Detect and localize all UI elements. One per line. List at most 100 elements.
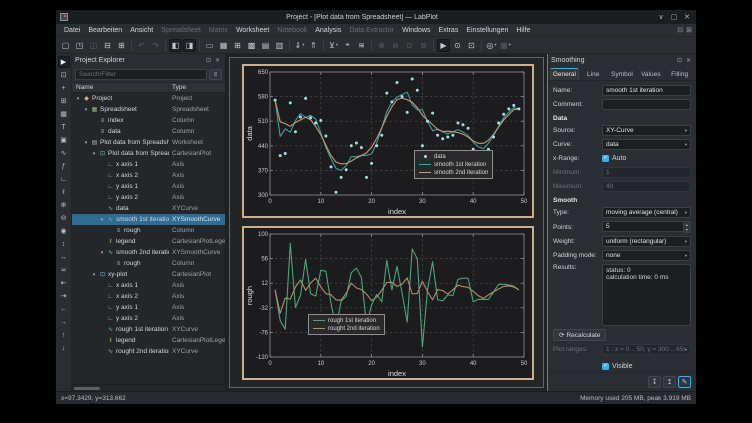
expander-icon[interactable]: ▾: [83, 107, 89, 113]
toolbar-close-icon[interactable]: ⊠: [686, 26, 692, 34]
close-button[interactable]: ✕: [682, 13, 692, 21]
menu-einstellungen[interactable]: Einstellungen: [462, 26, 512, 35]
tree-item-x-axis-1[interactable]: ∟x axis 1Axis: [72, 159, 225, 170]
weight-dropdown[interactable]: uniform (rectangular)▾: [602, 236, 691, 247]
add-axis-icon[interactable]: ∟: [58, 173, 70, 185]
shift-up-icon[interactable]: ↑: [58, 329, 70, 341]
zoom-fit-width-icon[interactable]: ↔: [58, 251, 70, 263]
menu-worksheet[interactable]: Worksheet: [232, 26, 273, 35]
points-input[interactable]: [602, 221, 684, 232]
minimize-button[interactable]: ∨: [656, 13, 666, 21]
tree-item-y-axis-2[interactable]: ∟y axis 2Axis: [72, 313, 225, 324]
expander-icon[interactable]: ▾: [75, 96, 81, 102]
tree-item-x-axis-1[interactable]: ∟x axis 1Axis: [72, 280, 225, 291]
zoom-fit-height-icon[interactable]: ↕: [58, 238, 70, 250]
tab-general[interactable]: General: [550, 68, 579, 80]
curve-dropdown[interactable]: data▾: [602, 139, 691, 150]
auto-scale-y-icon[interactable]: ⇥: [58, 290, 70, 302]
tree-item-data[interactable]: ≡dataColumn: [72, 126, 225, 137]
tree-item-smooth-1st-iteration[interactable]: ▾∿smooth 1st iterationXYSmoothCurve: [72, 214, 225, 225]
visible-checkbox[interactable]: ✓: [602, 363, 609, 370]
name-input[interactable]: [602, 85, 691, 96]
tree-item-rough-1st-iteration[interactable]: ∿rough 1st iterationXYCurve: [72, 324, 225, 335]
print-icon[interactable]: ⊟: [101, 39, 114, 52]
new-spreadsheet-icon[interactable]: ⊞: [231, 39, 244, 52]
zoom-select-icon[interactable]: ⊡: [58, 69, 70, 81]
add-image-icon[interactable]: ▣: [58, 134, 70, 146]
menu-datei[interactable]: Datei: [60, 26, 84, 35]
filter-options-icon[interactable]: ≡: [209, 69, 222, 80]
plot-rough-curves[interactable]: 01020304050-120-76-321256100indexrough r…: [242, 226, 534, 380]
tree-item-y-axis-1[interactable]: ∟y axis 1Axis: [72, 181, 225, 192]
tab-symbol[interactable]: Symbol: [608, 68, 637, 80]
tree-item-legend[interactable]: ℓlegendCartesianPlotLegend: [72, 335, 225, 346]
save-as-default-icon[interactable]: ✎: [678, 376, 691, 388]
tree-item-y-axis-2[interactable]: ∟y axis 2Axis: [72, 192, 225, 203]
scrollbar-thumb[interactable]: [74, 387, 100, 390]
tree-item-index[interactable]: ≡indexColumn: [72, 115, 225, 126]
float-panel-icon[interactable]: ⊡: [204, 57, 213, 64]
tree-item-x-axis-2[interactable]: ∟x axis 2Axis: [72, 291, 225, 302]
print-preview-icon[interactable]: ⊞: [115, 39, 128, 52]
navigate-icon[interactable]: ▶: [58, 56, 70, 68]
new-worksheet-icon[interactable]: ▤: [259, 39, 272, 52]
expander-icon[interactable]: ▾: [99, 250, 105, 256]
expander-icon[interactable]: ▾: [91, 151, 97, 157]
maximize-button[interactable]: ▢: [669, 13, 679, 21]
tree-item-data[interactable]: ∿dataXYCurve: [72, 203, 225, 214]
type-dropdown[interactable]: moving average (central)▾: [602, 207, 691, 218]
points-decrement-icon[interactable]: ▾: [684, 227, 690, 232]
auto-scale-x-icon[interactable]: ⇤: [58, 277, 70, 289]
selection-mode-icon[interactable]: ⊡: [465, 39, 478, 52]
padding-mode-dropdown[interactable]: none▾: [602, 250, 691, 261]
tab-line[interactable]: Line: [579, 68, 608, 80]
points-spinbox[interactable]: ▴▾: [602, 221, 691, 233]
tab-values[interactable]: Values: [636, 68, 665, 80]
tree-item-xy-plot[interactable]: ▾⊡xy-plotCartesianPlot: [72, 269, 225, 280]
auto-scale-icon[interactable]: ≍: [58, 264, 70, 276]
zoom-out-icon[interactable]: ⊖: [58, 212, 70, 224]
menu-windows[interactable]: Windows: [398, 26, 434, 35]
plot-legend[interactable]: datasmooth 1st iterationsmooth 2nd itera…: [414, 150, 493, 179]
tree-item-rough[interactable]: ≡roughColumn: [72, 225, 225, 236]
comment-input[interactable]: [602, 99, 691, 110]
tree-item-y-axis-1[interactable]: ∟y axis 1Axis: [72, 302, 225, 313]
add-text-label-icon[interactable]: T: [58, 121, 70, 133]
tree-item-spreadsheet[interactable]: ▾▦SpreadsheetSpreadsheet: [72, 104, 225, 115]
export-icon[interactable]: ⇑: [307, 39, 320, 52]
toggle-properties-explorer-icon[interactable]: ◨: [183, 39, 196, 52]
import-dropdown-icon[interactable]: ⇓▾: [293, 39, 306, 52]
tree-item-plot-data-from-spreadsheet[interactable]: ▾⊡Plot data from SpreadsheetCartesianPlo…: [72, 148, 225, 159]
new-notebook-icon[interactable]: ▥: [273, 39, 286, 52]
tree-item-plot-data-from-spreadsheet[interactable]: ▾▤Plot data from SpreadsheetWorksheet: [72, 137, 225, 148]
shift-left-icon[interactable]: ←: [58, 303, 70, 315]
load-configuration-icon[interactable]: ↧: [648, 376, 661, 388]
plot-legend[interactable]: rough 1st iterationrought 2nd iteration: [308, 314, 385, 335]
tree-item-x-axis-2[interactable]: ∟x axis 2Axis: [72, 170, 225, 181]
zoom-in-icon[interactable]: ⊕: [58, 199, 70, 211]
shift-right-icon[interactable]: →: [58, 316, 70, 328]
save-configuration-icon[interactable]: ↥: [663, 376, 676, 388]
magnification-dropdown-icon[interactable]: ◎▾: [485, 39, 498, 52]
close-panel-icon[interactable]: ✕: [213, 57, 222, 64]
float-panel-icon[interactable]: ⊡: [675, 57, 684, 64]
tree-item-project[interactable]: ▾◆ProjectProject: [72, 93, 225, 104]
new-datapicker-icon[interactable]: ⌖: [341, 39, 354, 52]
column-header-name[interactable]: Name: [72, 84, 169, 91]
worksheet-view[interactable]: 01020304050300370440510580650indexdata d…: [229, 57, 544, 388]
tab-filling[interactable]: Filling: [665, 68, 694, 80]
add-legend-icon[interactable]: ℓ: [58, 186, 70, 198]
new-project-icon[interactable]: ▢: [59, 39, 72, 52]
zoom-mode-icon[interactable]: ⊙: [451, 39, 464, 52]
toolbar-overflow-icon[interactable]: ⊟: [677, 26, 683, 34]
new-script-icon[interactable]: ≋: [355, 39, 368, 52]
menu-hilfe[interactable]: Hilfe: [512, 26, 534, 35]
new-live-datasource-icon[interactable]: ⊻▾: [327, 39, 340, 52]
add-equation-curve-icon[interactable]: ƒ: [58, 160, 70, 172]
menu-ansicht[interactable]: Ansicht: [126, 26, 157, 35]
expander-icon[interactable]: ▾: [83, 140, 89, 146]
tree-item-rough[interactable]: ≡roughColumn: [72, 258, 225, 269]
close-panel-icon[interactable]: ✕: [684, 57, 693, 64]
source-dropdown[interactable]: XY-Curve▾: [602, 125, 691, 136]
navigate-mode-icon[interactable]: ▶: [437, 39, 450, 52]
